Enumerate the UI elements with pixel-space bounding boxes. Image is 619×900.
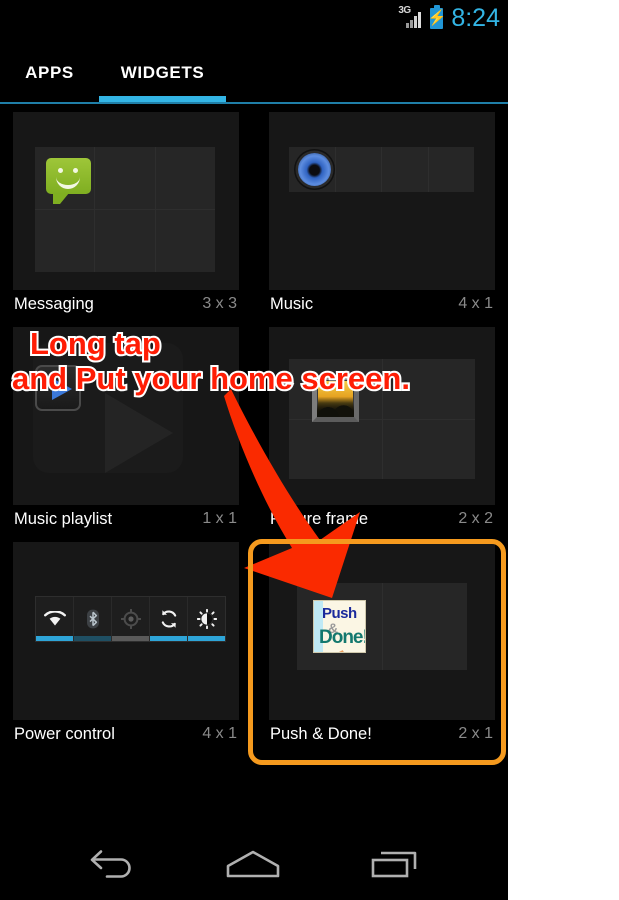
widget-label: Music: [270, 295, 314, 313]
tab-bar: APPS WIDGETS: [0, 44, 508, 104]
navigation-bar: [0, 832, 508, 900]
widget-item-power-control[interactable]: Power control 4 x 1: [13, 542, 239, 757]
nav-recents-button[interactable]: [352, 844, 438, 888]
widget-preview: [13, 112, 239, 290]
widget-preview: [269, 327, 495, 505]
power-control-icon: [35, 596, 226, 642]
status-bar-indicators: 3G ⚡ 8:24: [398, 3, 500, 33]
brightness-toggle: [188, 597, 225, 641]
widget-size: 3 x 3: [202, 295, 237, 312]
play-triangle-watermark: [105, 393, 173, 473]
lightning-bolt-glyph: ⚡: [427, 9, 447, 27]
push-and-done-icon: Push & Done!: [313, 600, 366, 653]
brightness-toggle-bar: [188, 636, 225, 641]
widget-grid: Messaging 3 x 3 Music 4 x 1 Music playli…: [0, 112, 508, 757]
widget-label: Push & Done!: [270, 725, 372, 743]
widget-item-push-and-done[interactable]: Push & Done! Push & Done! 2 x 1: [269, 542, 495, 757]
widget-row: Power control 4 x 1 Push & Done! Push & …: [0, 542, 508, 757]
widget-label: Messaging: [14, 295, 94, 313]
tab-divider: [0, 102, 508, 104]
widget-label: Picture frame: [270, 510, 369, 528]
status-bar: 3G ⚡ 8:24: [0, 0, 508, 38]
play-button-icon: [35, 365, 81, 411]
picture-frame-icon: [312, 375, 359, 422]
recent-apps-icon: [370, 849, 420, 884]
widget-item-picture-frame[interactable]: Picture frame 2 x 2: [269, 327, 495, 542]
gps-toggle: [112, 597, 150, 641]
home-icon: [225, 849, 281, 884]
widget-size: 2 x 2: [458, 510, 493, 527]
wifi-toggle-bar: [36, 636, 73, 641]
music-speaker-icon: [298, 153, 331, 186]
widget-item-music[interactable]: Music 4 x 1: [269, 112, 495, 327]
gps-toggle-bar: [112, 636, 149, 641]
sync-toggle: [150, 597, 188, 641]
widget-preview: Push & Done!: [269, 542, 495, 720]
status-bar-clock: 8:24: [451, 3, 500, 32]
signal-bars: [406, 11, 424, 28]
widget-item-messaging[interactable]: Messaging 3 x 3: [13, 112, 239, 327]
widget-size: 1 x 1: [202, 510, 237, 527]
widget-item-music-playlist[interactable]: Music playlist 1 x 1: [13, 327, 239, 542]
wifi-toggle: [36, 597, 74, 641]
tab-widgets[interactable]: WIDGETS: [99, 44, 226, 102]
signal-3g-icon: 3G: [398, 6, 424, 29]
tab-apps[interactable]: APPS: [0, 44, 99, 102]
widget-label: Power control: [14, 725, 115, 743]
messaging-bubble-icon: [46, 158, 91, 204]
bluetooth-toggle-bar: [74, 636, 111, 641]
widget-preview: [13, 542, 239, 720]
widget-row: Music playlist 1 x 1 Picture frame 2 x 2: [0, 327, 508, 542]
widget-size: 4 x 1: [458, 295, 493, 312]
widget-preview: [13, 327, 239, 505]
widget-size: 4 x 1: [202, 725, 237, 742]
widget-label: Music playlist: [14, 510, 113, 528]
widget-size: 2 x 1: [458, 725, 493, 742]
back-arrow-icon: [85, 849, 137, 884]
bluetooth-toggle: [74, 597, 112, 641]
push-done-bottom-word: Done!: [319, 627, 366, 648]
nav-back-button[interactable]: [68, 844, 154, 888]
widget-row: Messaging 3 x 3 Music 4 x 1: [0, 112, 508, 327]
phone-screen: 3G ⚡ 8:24 APPS WIDGETS Messaging 3 x 3 M…: [0, 0, 508, 900]
battery-charging-icon: ⚡: [427, 4, 447, 29]
widget-preview: [269, 112, 495, 290]
nav-home-button[interactable]: [210, 844, 296, 888]
sync-toggle-bar: [150, 636, 187, 641]
